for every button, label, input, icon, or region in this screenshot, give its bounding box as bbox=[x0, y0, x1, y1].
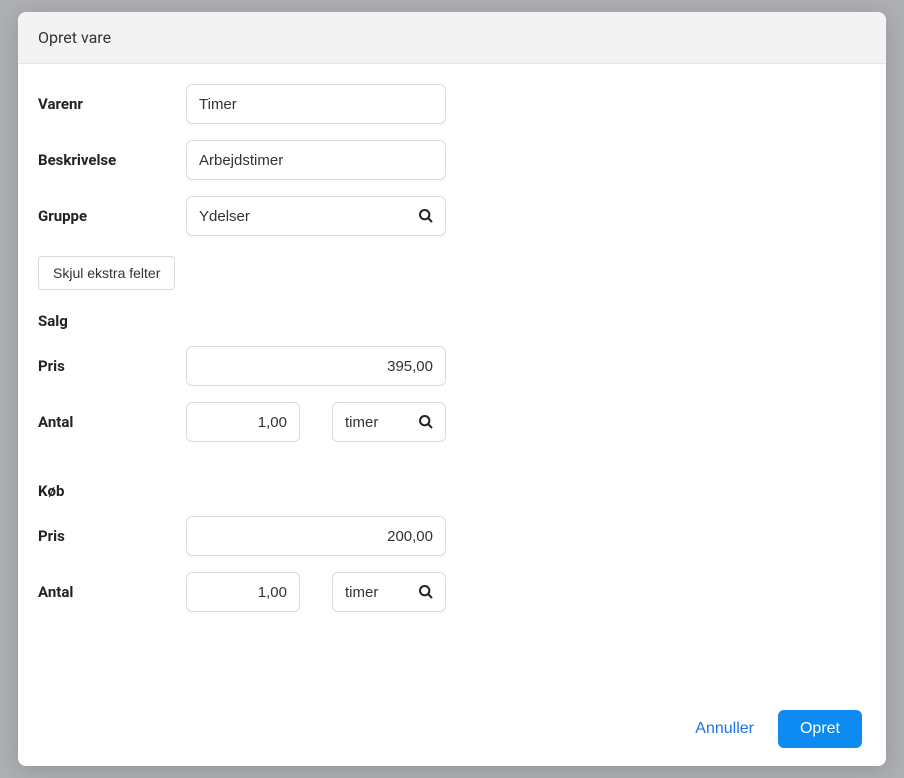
sales-qty-input[interactable] bbox=[186, 402, 300, 442]
modal-title: Opret vare bbox=[38, 28, 866, 47]
sales-unit-lookup-input[interactable] bbox=[332, 402, 446, 442]
group-label: Gruppe bbox=[38, 207, 186, 225]
purchase-price-input[interactable] bbox=[186, 516, 446, 556]
purchase-qty-label: Antal bbox=[38, 583, 186, 601]
description-label: Beskrivelse bbox=[38, 151, 186, 169]
itemno-input[interactable] bbox=[186, 84, 446, 124]
sales-qty-label: Antal bbox=[38, 413, 186, 431]
purchase-price-label: Pris bbox=[38, 527, 186, 545]
toggle-extra-fields-button[interactable]: Skjul ekstra felter bbox=[38, 256, 175, 290]
description-input[interactable] bbox=[186, 140, 446, 180]
submit-button[interactable]: Opret bbox=[778, 710, 862, 748]
create-item-modal: Opret vare Varenr Beskrivelse Gruppe Skj… bbox=[18, 12, 886, 766]
purchase-qty-input[interactable] bbox=[186, 572, 300, 612]
modal-body: Varenr Beskrivelse Gruppe Skjul ekstra f… bbox=[18, 64, 886, 692]
cancel-button[interactable]: Annuller bbox=[691, 712, 758, 746]
purchase-heading: Køb bbox=[38, 482, 866, 500]
group-lookup-input[interactable] bbox=[186, 196, 446, 236]
sales-heading: Salg bbox=[38, 312, 866, 330]
itemno-label: Varenr bbox=[38, 95, 186, 113]
modal-footer: Annuller Opret bbox=[18, 692, 886, 766]
sales-price-label: Pris bbox=[38, 357, 186, 375]
sales-price-input[interactable] bbox=[186, 346, 446, 386]
purchase-unit-lookup-input[interactable] bbox=[332, 572, 446, 612]
modal-header: Opret vare bbox=[18, 12, 886, 64]
